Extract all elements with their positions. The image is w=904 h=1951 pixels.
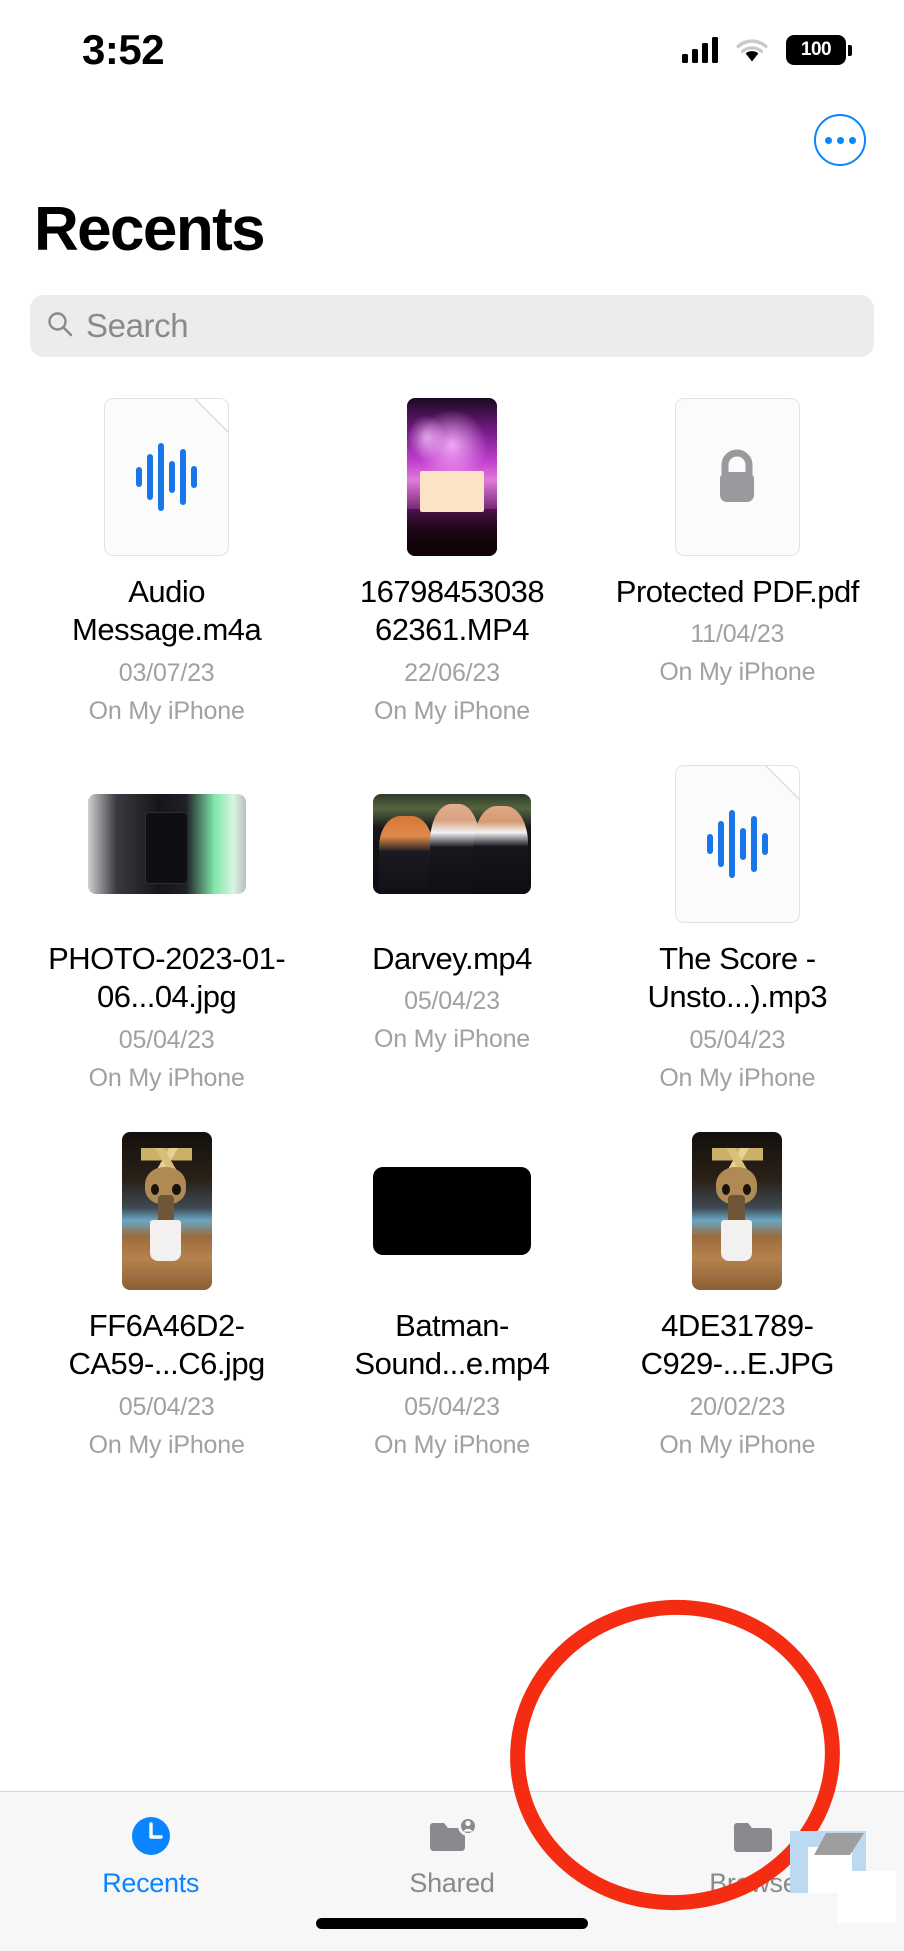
file-date: 11/04/23 [690,620,785,649]
status-bar-indicators: 100 [682,35,852,65]
file-date: 05/04/23 [118,1392,215,1421]
file-date: 05/04/23 [404,987,500,1016]
file-name: FF6A46D2-CA59-...C6.jpg [68,1307,265,1382]
tab-recents[interactable]: Recents [0,1814,301,1899]
file-item[interactable]: FF6A46D2-CA59-...C6.jpg 05/04/23 On My i… [24,1131,309,1460]
video-thumbnail [372,1166,531,1255]
file-date: 22/06/23 [404,658,500,687]
file-item[interactable]: 4DE31789-C929-...E.JPG 20/02/23 On My iP… [595,1131,880,1460]
audio-waveform-icon [104,398,230,556]
magnifying-glass-icon [46,310,74,343]
file-thumbnail [87,1131,247,1291]
file-date: 05/04/23 [118,1025,215,1054]
file-location: On My iPhone [373,1430,530,1459]
navigation-bar [0,100,904,180]
file-item[interactable]: Batman-Sound...e.mp4 05/04/23 On My iPho… [309,1131,594,1460]
file-item[interactable]: Darvey.mp4 05/04/23 On My iPhone [309,764,594,1093]
file-thumbnail [657,397,817,557]
file-name: The Score - Unsto...).mp3 [647,940,828,1015]
search-bar-container: Search [0,265,904,357]
file-name: 16798453038 62361.MP4 [359,574,545,648]
tab-bar: Recents Shared Browse [0,1791,904,1951]
file-location: On My iPhone [88,696,245,725]
file-item[interactable]: The Score - Unsto...).mp3 05/04/23 On My… [595,764,880,1093]
image-thumbnail [692,1131,783,1290]
file-thumbnail [87,764,247,924]
file-item[interactable]: Audio Message.m4a 03/07/23 On My iPhone [24,397,309,726]
file-name: Audio Message.m4a [72,574,262,648]
tab-label: Shared [409,1868,495,1898]
file-date: 03/07/23 [118,658,215,687]
file-name: Batman-Sound...e.mp4 [354,1307,550,1382]
file-location: On My iPhone [659,1063,816,1092]
file-location: On My iPhone [373,696,530,725]
file-name: Protected PDF.pdf [615,574,860,609]
clock-icon [124,1814,178,1858]
file-thumbnail [372,764,532,924]
watermark-logo [778,1813,898,1923]
file-date: 05/04/23 [404,1392,500,1421]
file-thumbnail [657,764,817,924]
search-input[interactable]: Search [30,295,874,357]
status-bar: 3:52 100 [0,0,904,100]
lock-icon [674,398,800,556]
file-thumbnail [657,1131,817,1291]
audio-waveform-icon [674,764,800,923]
file-thumbnail [372,397,532,557]
wifi-icon [735,37,769,63]
file-name: PHOTO-2023-01-06...04.jpg [48,940,286,1015]
video-thumbnail [406,398,497,556]
battery-full-icon: 100 [786,35,852,65]
file-item[interactable]: Protected PDF.pdf 11/04/23 On My iPhone [595,397,880,726]
tab-shared[interactable]: Shared [301,1814,602,1899]
file-date: 05/04/23 [689,1025,786,1054]
file-item[interactable]: PHOTO-2023-01-06...04.jpg 05/04/23 On My… [24,764,309,1093]
folder-person-icon [425,1814,479,1858]
battery-percent: 100 [800,39,832,60]
file-thumbnail [87,397,247,557]
cellular-bars-icon [682,37,718,63]
file-name: 4DE31789-C929-...E.JPG [640,1307,835,1382]
file-name: Darvey.mp4 [372,940,532,976]
folder-icon [726,1814,780,1858]
search-placeholder: Search [86,307,189,344]
file-date: 20/02/23 [689,1392,786,1421]
tab-label: Recents [102,1868,200,1898]
files-grid: Audio Message.m4a 03/07/23 On My iPhone … [0,357,904,1460]
status-bar-time: 3:52 [82,26,165,73]
file-location: On My iPhone [659,1430,816,1459]
video-thumbnail [372,793,531,894]
image-thumbnail [121,1131,212,1290]
file-location: On My iPhone [373,1025,530,1054]
file-location: On My iPhone [88,1430,245,1459]
ellipsis-circle-icon[interactable] [814,114,866,166]
file-thumbnail [372,1131,532,1291]
page-title: Recents [34,195,266,264]
image-thumbnail [87,793,246,894]
file-location: On My iPhone [88,1063,245,1092]
file-location: On My iPhone [659,658,816,687]
home-indicator [316,1918,588,1929]
file-item[interactable]: 16798453038 62361.MP4 22/06/23 On My iPh… [309,397,594,726]
